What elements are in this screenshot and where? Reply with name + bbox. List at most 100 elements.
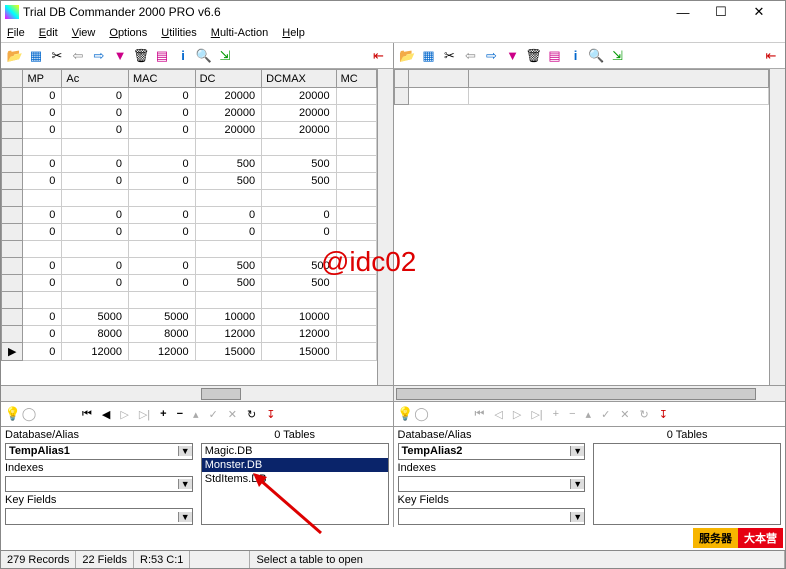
nav-bookmark[interactable]: ↧: [261, 408, 280, 421]
dbalias-combo[interactable]: TempAlias1▼: [5, 443, 193, 460]
menu-edit[interactable]: Edit: [39, 27, 58, 39]
nav-edit[interactable]: ▴: [188, 408, 204, 421]
menu-multi-action[interactable]: Multi-Action: [211, 27, 268, 39]
trash-icon[interactable]: 🗑: [526, 48, 542, 64]
run-icon[interactable]: ⇲: [217, 48, 233, 64]
menu-view[interactable]: View: [72, 27, 96, 39]
tables-header: 0 Tables: [201, 429, 389, 441]
indexes-label: Indexes: [5, 462, 193, 474]
right-pane: 📂 ▦ ✂ ⇦ ⇨ ▼ 🗑 ▤ i 🔍 ⇲ ⇤: [394, 43, 786, 401]
status-bar: 279 Records 22 Fields R:53 C:1 Select a …: [1, 550, 785, 568]
open-icon[interactable]: 📂: [7, 48, 23, 64]
status-fields: 22 Fields: [76, 551, 134, 568]
trash-icon[interactable]: 🗑: [133, 48, 149, 64]
nav-next[interactable]: ▷: [115, 408, 133, 421]
nav-last[interactable]: ▷|: [134, 408, 155, 421]
right-hscrollbar[interactable]: [394, 385, 786, 401]
nav-cancel[interactable]: ✕: [615, 408, 634, 421]
right-nav-row: 💡 ◯ ⏮ ◁ ▷ ▷| + − ▴ ✓ ✕ ↻ ↧: [394, 401, 786, 427]
table-item[interactable]: Monster.DB: [202, 458, 388, 472]
minimize-button[interactable]: —: [671, 3, 695, 21]
nav-last[interactable]: ▷|: [526, 408, 547, 421]
back-icon[interactable]: ⇦: [70, 48, 86, 64]
keyfields-combo[interactable]: ▼: [5, 508, 193, 525]
status-pos: R:53 C:1: [134, 551, 190, 568]
close-button[interactable]: ✕: [747, 3, 771, 21]
left-pane: 📂 ▦ ✂ ⇦ ⇨ ▼ 🗑 ▤ i 🔍 ⇲ ⇤ MPAcMACDCDCMAXMC…: [1, 43, 394, 401]
nav-add[interactable]: +: [155, 408, 171, 420]
left-nav-row: 💡 ◯ ⏮ ◀ ▷ ▷| + − ▴ ✓ ✕ ↻ ↧: [1, 401, 393, 427]
grid-icon[interactable]: ▦: [28, 48, 44, 64]
grid-icon[interactable]: ▦: [421, 48, 437, 64]
globe-icon[interactable]: ◯: [414, 406, 430, 422]
tables-list[interactable]: [593, 443, 781, 525]
right-toolbar: 📂 ▦ ✂ ⇦ ⇨ ▼ 🗑 ▤ i 🔍 ⇲ ⇤: [394, 43, 786, 69]
left-vscrollbar[interactable]: [377, 69, 393, 385]
title-bar: Trial DB Commander 2000 PRO v6.6 — ☐ ✕: [1, 1, 785, 23]
layers-icon[interactable]: ▤: [154, 48, 170, 64]
info-icon[interactable]: i: [568, 48, 584, 64]
dbalias-label: Database/Alias: [5, 429, 193, 441]
right-grid[interactable]: [394, 69, 770, 385]
nav-first[interactable]: ⏮: [470, 408, 490, 421]
nav-prev[interactable]: ◀: [97, 408, 115, 421]
table-item[interactable]: StdItems.DB: [202, 472, 388, 486]
tables-list[interactable]: Magic.DBMonster.DBStdItems.DB: [201, 443, 389, 525]
forward-icon[interactable]: ⇨: [484, 48, 500, 64]
lamp-icon[interactable]: 💡: [5, 406, 21, 422]
nav-cancel[interactable]: ✕: [223, 408, 242, 421]
left-grid[interactable]: MPAcMACDCDCMAXMC000200002000000020000200…: [1, 69, 377, 385]
filter-icon[interactable]: ▼: [505, 48, 521, 64]
zoom-icon[interactable]: 🔍: [196, 48, 212, 64]
layers-icon[interactable]: ▤: [547, 48, 563, 64]
menu-file[interactable]: File: [7, 27, 25, 39]
menu-bar: File Edit View Options Utilities Multi-A…: [1, 23, 785, 43]
back-icon[interactable]: ⇦: [463, 48, 479, 64]
nav-prev[interactable]: ◁: [489, 408, 507, 421]
corner-badge: 服务器大本营: [693, 528, 783, 548]
zoom-icon[interactable]: 🔍: [589, 48, 605, 64]
run-icon[interactable]: ⇲: [610, 48, 626, 64]
status-hint: Select a table to open: [250, 551, 785, 568]
maximize-button[interactable]: ☐: [709, 3, 733, 21]
nav-bookmark[interactable]: ↧: [654, 408, 673, 421]
indexes-combo[interactable]: ▼: [398, 476, 586, 493]
dbalias-label: Database/Alias: [398, 429, 586, 441]
dbalias-combo[interactable]: TempAlias2▼: [398, 443, 586, 460]
nav-post[interactable]: ✓: [596, 408, 615, 421]
info-icon[interactable]: i: [175, 48, 191, 64]
open-icon[interactable]: 📂: [400, 48, 416, 64]
app-icon: [5, 5, 19, 19]
nav-first[interactable]: ⏮: [77, 408, 97, 421]
exit-icon[interactable]: ⇤: [763, 48, 779, 64]
cut-icon[interactable]: ✂: [49, 48, 65, 64]
window-title: Trial DB Commander 2000 PRO v6.6: [23, 5, 671, 19]
nav-delete[interactable]: −: [172, 408, 188, 420]
keyfields-label: Key Fields: [5, 494, 193, 506]
keyfields-combo[interactable]: ▼: [398, 508, 586, 525]
cut-icon[interactable]: ✂: [442, 48, 458, 64]
tables-header: 0 Tables: [593, 429, 781, 441]
table-item[interactable]: Magic.DB: [202, 444, 388, 458]
indexes-label: Indexes: [398, 462, 586, 474]
filter-icon[interactable]: ▼: [112, 48, 128, 64]
forward-icon[interactable]: ⇨: [91, 48, 107, 64]
menu-utilities[interactable]: Utilities: [161, 27, 196, 39]
nav-delete[interactable]: −: [564, 408, 580, 420]
status-records: 279 Records: [1, 551, 76, 568]
menu-options[interactable]: Options: [109, 27, 147, 39]
keyfields-label: Key Fields: [398, 494, 586, 506]
nav-next[interactable]: ▷: [508, 408, 526, 421]
nav-edit[interactable]: ▴: [581, 408, 597, 421]
globe-icon[interactable]: ◯: [21, 406, 37, 422]
menu-help[interactable]: Help: [282, 27, 305, 39]
nav-refresh[interactable]: ↻: [635, 408, 654, 421]
nav-refresh[interactable]: ↻: [242, 408, 261, 421]
indexes-combo[interactable]: ▼: [5, 476, 193, 493]
nav-add[interactable]: +: [548, 408, 564, 420]
right-vscrollbar[interactable]: [769, 69, 785, 385]
left-hscrollbar[interactable]: [1, 385, 393, 401]
exit-icon[interactable]: ⇤: [371, 48, 387, 64]
lamp-icon[interactable]: 💡: [398, 406, 414, 422]
nav-post[interactable]: ✓: [204, 408, 223, 421]
